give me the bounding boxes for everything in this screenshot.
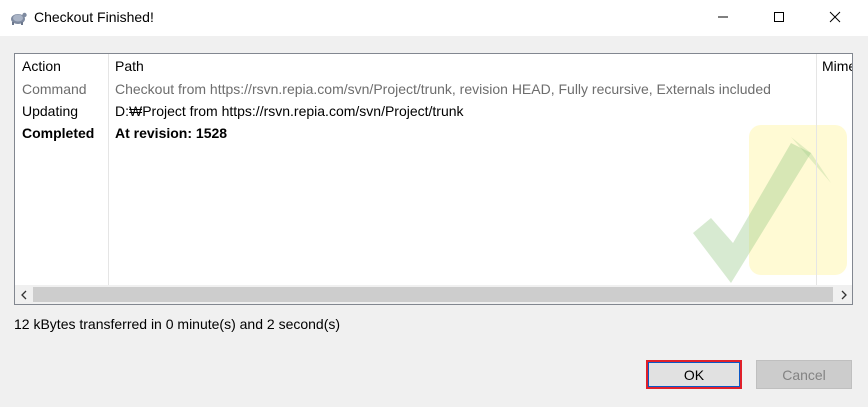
list-item[interactable]: Completed At revision: 1528 [15,125,852,147]
minimize-button[interactable] [700,0,746,34]
list-item[interactable]: Command Checkout from https://rsvn.repia… [15,81,852,103]
row-path: At revision: 1528 [115,125,228,141]
checkmark-watermark-icon [693,125,847,283]
maximize-icon [774,12,784,22]
list-item[interactable]: Updating D:₩Project from https://rsvn.re… [15,103,852,125]
transfer-status-text: 12 kBytes transferred in 0 minute(s) and… [14,316,341,332]
window-title: Checkout Finished! [34,9,154,25]
row-action: Command [22,81,87,97]
scroll-right-button[interactable] [835,285,852,304]
close-button[interactable] [812,0,858,34]
checkout-results-list[interactable]: Action Path Mime Command Checkout from h… [14,53,853,305]
cancel-button[interactable]: Cancel [756,360,852,389]
list-header: Action Path Mime [15,58,852,78]
horizontal-scrollbar[interactable] [15,285,852,304]
column-header-mime[interactable]: Mime [822,58,852,74]
row-action: Updating [22,103,79,119]
scrollbar-thumb[interactable] [33,287,833,302]
minimize-icon [718,16,728,18]
chevron-left-icon [20,290,26,299]
close-icon [829,11,841,23]
column-header-path[interactable]: Path [115,58,144,74]
row-path: D:₩Project from https://rsvn.repia.com/s… [115,103,464,119]
row-action: Completed [22,125,95,141]
scroll-left-button[interactable] [15,285,32,304]
ok-button[interactable]: OK [646,360,742,389]
chevron-right-icon [841,290,847,299]
title-bar[interactable]: Checkout Finished! [0,0,868,36]
maximize-button[interactable] [756,0,802,34]
tortoise-icon [8,7,28,27]
row-path: Checkout from https://rsvn.repia.com/svn… [115,81,771,97]
column-header-action[interactable]: Action [22,58,61,74]
